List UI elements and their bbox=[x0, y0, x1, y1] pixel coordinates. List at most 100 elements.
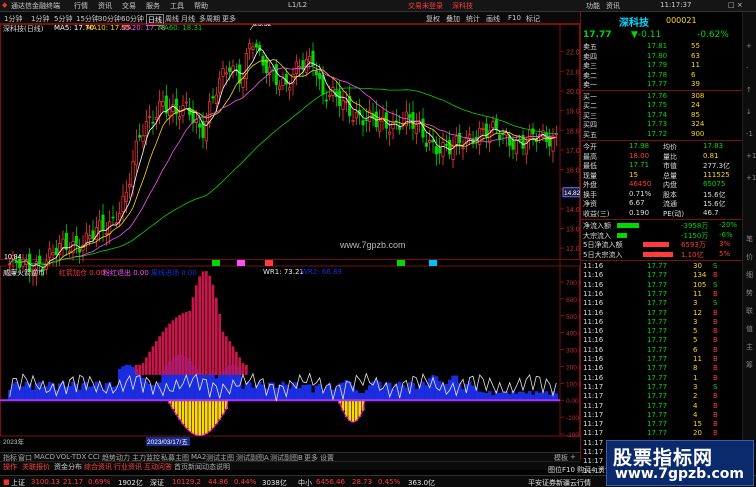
kline-chart[interactable]: 22.0021.0020.0019.0018.0017.0016.0015.00… bbox=[0, 24, 580, 460]
mark-button[interactable]: 标记 bbox=[526, 14, 540, 24]
side-tab-1[interactable]: 价 bbox=[746, 252, 753, 262]
side-tab-7[interactable]: 筹 bbox=[746, 360, 753, 370]
divider bbox=[581, 140, 743, 141]
tab-fund-dist[interactable]: 资金分布 bbox=[54, 462, 82, 472]
stat-label: 量比 bbox=[663, 152, 677, 161]
tab-cci[interactable]: CCI bbox=[88, 453, 100, 461]
server-label[interactable]: 平安证券新疆云行情 bbox=[528, 478, 591, 487]
blue-bar bbox=[301, 384, 305, 401]
period-1min[interactable]: 1分钟 bbox=[31, 14, 49, 24]
watermark-box: 股票指标网 www.7gpzb.com bbox=[606, 440, 754, 486]
side-tab-6[interactable]: 主 bbox=[746, 342, 753, 352]
window-buttons[interactable]: □ × bbox=[728, 1, 743, 9]
blue-bar bbox=[424, 385, 429, 401]
candle-body bbox=[378, 120, 382, 132]
restore-rights-button[interactable]: 复权 bbox=[426, 14, 440, 24]
tick-price: 17.77 bbox=[647, 308, 668, 317]
tick-time: 11:16 bbox=[583, 308, 604, 317]
flow-label: 净流入额 bbox=[583, 222, 611, 230]
candle-body bbox=[254, 43, 258, 48]
tab-macd[interactable]: MACD bbox=[34, 453, 55, 461]
overlay-button[interactable]: 叠加 bbox=[446, 14, 460, 24]
period-1min-a[interactable]: 1分钟 bbox=[4, 14, 22, 24]
flow-bar bbox=[643, 251, 673, 257]
gold-bar bbox=[178, 400, 182, 420]
multi-period[interactable]: 多周期 bbox=[199, 14, 220, 24]
tick-volume: 1 bbox=[693, 373, 698, 382]
trade-login-link[interactable]: 交易未登录 bbox=[408, 1, 443, 11]
menu-help[interactable]: 帮助 bbox=[194, 1, 208, 11]
candle-body bbox=[98, 220, 102, 232]
f10-shortcut[interactable]: 图位F10 购买4 资讯 bbox=[548, 465, 612, 475]
zoom-in-button[interactable]: + bbox=[570, 453, 576, 461]
sz-amount: 3038亿 bbox=[262, 479, 287, 487]
tick-price: 17.77 bbox=[647, 420, 668, 429]
sh-label[interactable]: 上证 bbox=[11, 478, 25, 487]
tick-time: 11:16 bbox=[583, 327, 604, 336]
candle-body bbox=[124, 191, 128, 203]
tick-price: 17.77 bbox=[647, 382, 668, 391]
tab-vol[interactable]: VOL-TDX bbox=[56, 453, 86, 461]
tick-side: B bbox=[713, 373, 718, 382]
period-15min[interactable]: 15分钟 bbox=[76, 14, 99, 24]
menu-quote[interactable]: 行情 bbox=[74, 1, 88, 11]
period-weekly[interactable]: 周线 bbox=[165, 14, 179, 24]
menu-trade[interactable]: 交易 bbox=[122, 1, 136, 11]
stock-link[interactable]: 深科技 bbox=[452, 1, 473, 11]
flow-pct: 5% bbox=[719, 249, 731, 258]
candle-body bbox=[264, 59, 268, 74]
crimson-bar bbox=[238, 357, 242, 375]
side-tab-3[interactable]: 势 bbox=[746, 288, 753, 298]
period-30min[interactable]: 30分钟 bbox=[98, 14, 121, 24]
gold-bar bbox=[214, 400, 218, 425]
period-5min[interactable]: 5分钟 bbox=[54, 14, 72, 24]
scroll-btn-4[interactable]: -1 bbox=[746, 130, 753, 138]
candle-body bbox=[361, 120, 365, 126]
tick-volume: 2 bbox=[693, 392, 698, 401]
sme-label[interactable]: 中小 bbox=[298, 478, 312, 487]
title-bar: ◆ 通达信金融终端 行情 资讯 交易 服务 工具 帮助 L1/L2 交易未登录 … bbox=[0, 0, 756, 12]
draw-button[interactable]: 画线 bbox=[486, 14, 500, 24]
ind-y-tick-label: 200.00 bbox=[566, 364, 580, 371]
sh-change: 21.17 bbox=[63, 478, 84, 486]
stats-button[interactable]: 统计 bbox=[466, 14, 480, 24]
side-tab-0[interactable]: 笔 bbox=[746, 234, 753, 244]
menu-tools[interactable]: 工具 bbox=[170, 1, 184, 11]
level-label[interactable]: L1/L2 bbox=[288, 1, 307, 9]
candle-body bbox=[158, 100, 162, 117]
y-tick-label: 14.00 bbox=[566, 207, 580, 214]
tick-time: 11:16 bbox=[583, 289, 604, 298]
stat-value: 17.98 bbox=[629, 142, 650, 150]
scroll-btn-6[interactable]: +1 bbox=[746, 174, 756, 182]
blue-bar bbox=[34, 383, 39, 401]
scroll-btn-2[interactable]: ↑ bbox=[746, 86, 752, 94]
period-60min[interactable]: 60分钟 bbox=[121, 14, 144, 24]
side-tab-5[interactable]: 值 bbox=[746, 324, 753, 334]
tab-news[interactable]: 综合资讯 bbox=[84, 462, 112, 472]
scroll-btn-1[interactable]: - bbox=[746, 64, 749, 72]
f10-button[interactable]: F10 bbox=[508, 14, 521, 22]
tab-ma2[interactable]: MA2 bbox=[191, 453, 206, 461]
tab-related-quote[interactable]: 关联报价 bbox=[22, 462, 50, 472]
menu-info[interactable]: 资讯 bbox=[98, 1, 112, 11]
tab-operate[interactable]: 操作 bbox=[3, 462, 17, 472]
side-tab-2[interactable]: 细 bbox=[746, 270, 753, 280]
tab-homepage-news[interactable]: 首页新闻动态说明 bbox=[174, 462, 230, 472]
tab-industry-news[interactable]: 行业资讯 bbox=[114, 462, 142, 472]
more-periods[interactable]: 更多 bbox=[222, 14, 236, 24]
function-menu[interactable]: 功能 bbox=[586, 1, 600, 11]
scroll-btn-3[interactable]: ↓ bbox=[746, 108, 752, 116]
crimson-bar bbox=[141, 363, 145, 375]
scroll-btn-5[interactable]: +1 bbox=[746, 152, 756, 160]
period-monthly[interactable]: 月线 bbox=[181, 14, 195, 24]
menu-service[interactable]: 服务 bbox=[146, 1, 160, 11]
tab-qa[interactable]: 互动问答 bbox=[144, 462, 172, 472]
sz-label[interactable]: 深证 bbox=[150, 478, 164, 487]
tick-price: 17.77 bbox=[647, 355, 668, 363]
side-tab-4[interactable]: 联 bbox=[746, 306, 753, 316]
info-menu[interactable]: 资讯 bbox=[606, 1, 620, 11]
tick-price: 17.77 bbox=[647, 271, 668, 280]
bid-volume: 24 bbox=[691, 101, 700, 109]
scroll-btn-0[interactable]: + bbox=[746, 42, 752, 50]
chart-watermark: www.7gpzb.com bbox=[339, 240, 406, 250]
